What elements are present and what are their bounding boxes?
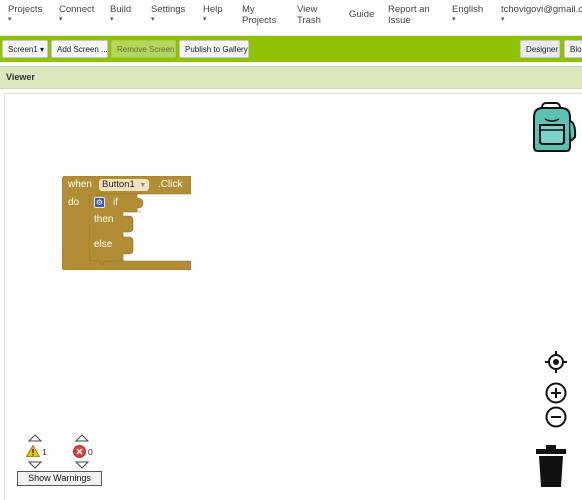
chevron-down-icon: ▾ xyxy=(110,16,114,23)
menu-report-issue[interactable]: Report an Issue xyxy=(388,4,430,26)
menu-connect[interactable]: Connect ▾ xyxy=(59,4,94,24)
chevron-down-icon: ▾ xyxy=(501,16,505,23)
if-label: if xyxy=(113,197,118,208)
menu-projects-label: Projects xyxy=(8,4,43,15)
recenter-icon[interactable] xyxy=(545,351,567,373)
menu-my-projects[interactable]: My Projects xyxy=(242,4,276,26)
do-label: do xyxy=(68,197,80,208)
menu-account[interactable]: tchovigovi@gmail.com ▾ xyxy=(501,4,582,24)
warnings-panel: 1 0 Show Warnings xyxy=(17,433,107,488)
zoom-in-icon[interactable] xyxy=(545,382,567,404)
app-inventor-window: Projects ▾ Connect ▾ Build ▾ Settings ▾ … xyxy=(0,0,582,500)
else-label: else xyxy=(94,239,113,250)
menu-help-label: Help xyxy=(203,4,223,15)
backpack-icon[interactable] xyxy=(527,101,577,153)
menu-help[interactable]: Help ▾ xyxy=(203,4,223,24)
menu-settings[interactable]: Settings ▾ xyxy=(151,4,185,24)
menu-build[interactable]: Build ▾ xyxy=(110,4,131,24)
then-label: then xyxy=(94,214,114,225)
menu-guide[interactable]: Guide xyxy=(349,9,374,20)
top-menu-bar: Projects ▾ Connect ▾ Build ▾ Settings ▾ … xyxy=(0,0,582,36)
zoom-out-icon[interactable] xyxy=(545,406,567,428)
menu-projects[interactable]: Projects ▾ xyxy=(8,4,42,24)
blocks-button[interactable]: Blocks xyxy=(564,40,582,58)
menu-build-label: Build xyxy=(110,4,132,15)
if-then-else-block[interactable]: ⚙ if then else xyxy=(89,194,151,265)
chevron-down-icon: ▾ xyxy=(8,16,12,23)
event-name: .Click xyxy=(158,179,183,190)
chevron-down-icon: ▾ xyxy=(452,16,456,23)
menu-view-trash[interactable]: View Trash xyxy=(297,4,321,26)
menu-language-label: English xyxy=(452,4,484,15)
chevron-down-icon: ▾ xyxy=(59,16,63,23)
screen-select-button[interactable]: Screen1 ▾ xyxy=(2,40,48,58)
viewer-title: Viewer xyxy=(6,72,35,82)
menu-connect-label: Connect xyxy=(59,4,95,15)
viewer-header: Viewer xyxy=(0,66,582,89)
when-label: when xyxy=(68,179,92,190)
menu-settings-label: Settings xyxy=(151,4,186,15)
menu-language[interactable]: English ▾ xyxy=(452,4,483,24)
error-next-arrow-icon[interactable] xyxy=(75,461,89,469)
component-dropdown[interactable]: Button1 ▼ xyxy=(99,179,150,191)
error-prev-arrow-icon[interactable] xyxy=(75,434,89,442)
add-screen-button[interactable]: Add Screen ... xyxy=(51,40,108,58)
gear-icon[interactable]: ⚙ xyxy=(94,197,105,208)
designer-button[interactable]: Designer xyxy=(520,40,560,58)
warning-prev-arrow-icon[interactable] xyxy=(28,434,42,442)
remove-screen-button[interactable]: Remove Screen xyxy=(111,40,176,58)
warning-icon xyxy=(26,445,40,457)
trash-icon[interactable] xyxy=(534,445,568,487)
error-icon xyxy=(73,445,86,458)
show-warnings-button[interactable]: Show Warnings xyxy=(17,471,102,486)
menu-account-label: tchovigovi@gmail.com xyxy=(501,4,582,15)
dropdown-arrow-icon: ▼ xyxy=(139,182,147,189)
project-toolbar: Screen1 ▾ Add Screen ... Remove Screen P… xyxy=(0,36,582,62)
component-name: Button1 xyxy=(102,179,135,190)
chevron-down-icon: ▾ xyxy=(203,16,207,23)
chevron-down-icon: ▾ xyxy=(151,16,155,23)
publish-to-gallery-button[interactable]: Publish to Gallery xyxy=(179,40,249,58)
error-count: 0 xyxy=(88,447,93,457)
warning-count: 1 xyxy=(42,447,47,457)
warning-next-arrow-icon[interactable] xyxy=(28,461,42,469)
